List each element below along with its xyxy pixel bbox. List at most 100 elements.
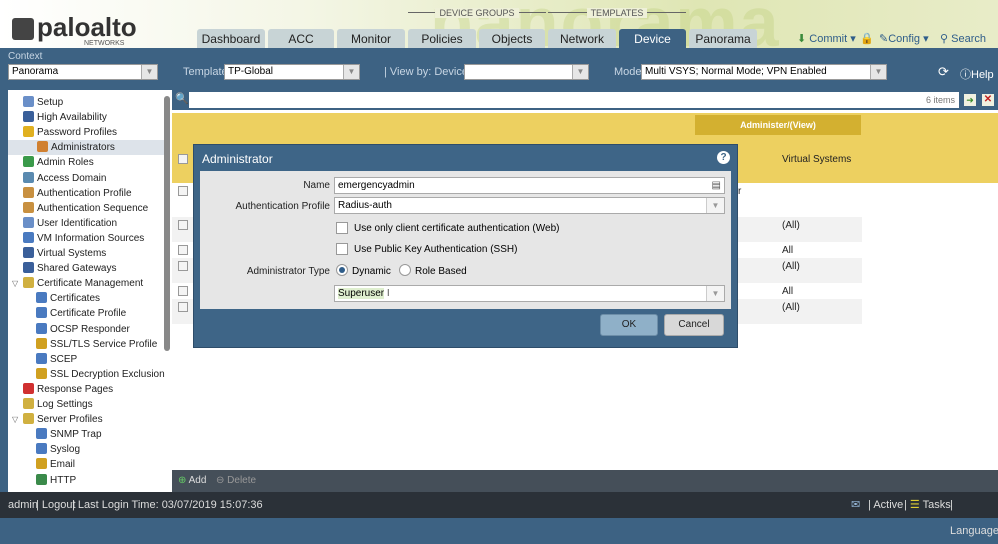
footer: admin | Logout | Last Login Time: 03/07/… xyxy=(0,492,998,537)
lock-icon[interactable]: 🔒 xyxy=(860,32,874,45)
chevron-down-icon: ▼ xyxy=(141,65,157,79)
sidebar-item-icon xyxy=(36,292,47,304)
administrator-dialog: Administrator ? Name emergencyadmin ▤ Aut… xyxy=(193,144,738,348)
dynamic-radio[interactable] xyxy=(336,264,348,276)
sidebar-item-setup[interactable]: Setup xyxy=(23,95,63,110)
select-all-checkbox[interactable] xyxy=(178,154,188,164)
active-link[interactable]: | Active xyxy=(868,492,903,518)
sidebar-item-server-profiles[interactable]: Server Profiles xyxy=(23,412,103,427)
logout-link[interactable]: | Logout xyxy=(36,492,76,518)
sidebar-item-access-domain[interactable]: Access Domain xyxy=(23,171,106,186)
sidebar-item-scep[interactable]: SCEP xyxy=(36,352,77,367)
sidebar-item-password-profiles[interactable]: Password Profiles xyxy=(23,125,117,140)
sidebar-item-icon xyxy=(23,247,34,258)
sidebar-item-label: Password Profiles xyxy=(37,127,118,139)
sidebar-item-icon xyxy=(23,186,34,198)
sidebar-item-vm-information-sources[interactable]: VM Information Sources xyxy=(23,231,144,246)
refresh-icon[interactable]: ⟳ xyxy=(938,64,949,80)
search-icon: 🔍 xyxy=(175,93,189,105)
sidebar-item-snmp-trap[interactable]: SNMP Trap xyxy=(36,427,102,442)
sidebar-item-http[interactable]: HTTP xyxy=(36,473,76,488)
context-bar: Context Panorama ▼ Template TP-Global ▼ | … xyxy=(0,48,998,88)
tab-acc[interactable]: ACC xyxy=(268,29,334,48)
role-based-radio[interactable] xyxy=(399,264,411,276)
language-link[interactable]: | Language xyxy=(950,492,998,544)
row-checkbox[interactable] xyxy=(178,245,188,255)
tab-dashboard[interactable]: Dashboard xyxy=(197,29,265,48)
chevron-down-icon: ▼ xyxy=(706,286,724,301)
sidebar-item-certificate-management[interactable]: Certificate Management xyxy=(23,276,143,291)
tasks-link[interactable]: | ☰ Tasks xyxy=(904,492,951,518)
tasks-icon: ☰ xyxy=(909,499,920,511)
admin-type-label: Administrator Type xyxy=(246,266,330,277)
row-checkbox[interactable] xyxy=(178,186,188,196)
tab-network[interactable]: Network xyxy=(548,29,616,48)
sidebar-item-high-availability[interactable]: High Availability xyxy=(23,110,107,125)
context-select[interactable]: Panorama ▼ xyxy=(8,64,158,80)
expand-icon[interactable]: ▽ xyxy=(12,279,18,288)
config-button[interactable]: ✎Config ▾ xyxy=(879,32,929,45)
row-checkbox[interactable] xyxy=(178,220,188,230)
row-checkbox[interactable] xyxy=(178,302,188,312)
sidebar-item-label: VM Information Sources xyxy=(37,232,145,244)
auth-profile-select[interactable]: Radius-auth ▼ xyxy=(334,197,725,214)
tab-device[interactable]: Device xyxy=(619,29,686,48)
sidebar-item-user-identification[interactable]: User Identification xyxy=(23,216,117,231)
expand-icon[interactable]: ▽ xyxy=(12,415,18,424)
ok-button[interactable]: OK xyxy=(600,314,658,336)
sidebar-item-authentication-sequence[interactable]: Authentication Sequence xyxy=(23,201,148,216)
add-button[interactable]: ⊕ Add xyxy=(178,475,206,486)
search-button[interactable]: ⚲ Search xyxy=(940,32,986,45)
public-key-checkbox[interactable] xyxy=(336,243,348,255)
sidebar-item-authentication-profile[interactable]: Authentication Profile xyxy=(23,186,132,201)
commit-button[interactable]: ⬇ Commit ▾ xyxy=(797,32,856,45)
tab-policies[interactable]: Policies xyxy=(408,29,476,48)
mail-icon[interactable]: ✉ xyxy=(851,492,860,518)
sidebar-item-admin-roles[interactable]: Admin Roles xyxy=(23,155,94,170)
name-label: Name xyxy=(303,180,330,191)
sidebar-item-response-pages[interactable]: Response Pages xyxy=(23,382,113,397)
sidebar-item-icon xyxy=(36,458,47,470)
sidebar-item-certificates[interactable]: Certificates xyxy=(36,291,100,306)
row-checkbox[interactable] xyxy=(178,261,188,271)
sidebar-item-syslog[interactable]: Syslog xyxy=(36,442,80,457)
sidebar-item-icon xyxy=(36,322,47,334)
tab-panorama[interactable]: Panorama xyxy=(689,29,757,48)
filter-input[interactable]: 6 items xyxy=(189,92,959,108)
vsys-cell: All xyxy=(782,286,794,297)
sidebar-item-log-settings[interactable]: Log Settings xyxy=(23,397,93,412)
sidebar-item-certificate-profile[interactable]: Certificate Profile xyxy=(36,306,126,321)
chevron-down-icon: ▼ xyxy=(572,65,588,79)
sidebar-item-ssl-decryption-exclusion[interactable]: SSL Decryption Exclusion xyxy=(36,367,165,382)
client-cert-checkbox[interactable] xyxy=(336,222,348,234)
help-button[interactable]: ⓘHelp xyxy=(960,66,994,82)
tab-monitor[interactable]: Monitor xyxy=(337,29,405,48)
dynamic-label: Dynamic xyxy=(352,266,391,277)
mode-select[interactable]: Multi VSYS; Normal Mode; VPN Enabled ▼ xyxy=(641,64,887,80)
sidebar-item-email[interactable]: Email xyxy=(36,457,75,472)
sidebar-item-label: SSL Decryption Exclusion xyxy=(50,368,165,380)
row-checkbox[interactable] xyxy=(178,286,188,296)
clear-filter-icon[interactable]: ✕ xyxy=(982,94,994,106)
mode-label: Mode xyxy=(614,66,642,78)
sidebar-item-label: Certificates xyxy=(50,293,101,305)
sidebar-item-shared-gateways[interactable]: Shared Gateways xyxy=(23,261,117,276)
sidebar-item-virtual-systems[interactable]: Virtual Systems xyxy=(23,246,106,261)
apply-filter-icon[interactable]: ➜ xyxy=(964,94,976,106)
sidebar-item-icon xyxy=(23,413,34,425)
tab-objects[interactable]: Objects xyxy=(479,29,545,48)
cancel-button[interactable]: Cancel xyxy=(664,314,724,336)
template-select[interactable]: TP-Global ▼ xyxy=(224,64,360,80)
sidebar-item-label: Certificate Management xyxy=(37,278,144,290)
sidebar-item-administrators[interactable]: Administrators xyxy=(8,140,166,156)
viewby-select[interactable]: ▼ xyxy=(464,64,589,80)
sidebar-item-ocsp-responder[interactable]: OCSP Responder xyxy=(36,322,130,337)
sidebar-scrollbar[interactable] xyxy=(164,96,170,351)
delete-button[interactable]: ⊖ Delete xyxy=(216,475,256,486)
role-select[interactable]: Superuser I ▼ xyxy=(334,285,725,302)
name-input[interactable]: emergencyadmin ▤ xyxy=(334,177,725,194)
help-icon[interactable]: ? xyxy=(717,151,730,164)
sidebar-item-icon xyxy=(37,141,48,153)
sidebar-item-label: Setup xyxy=(37,97,64,108)
sidebar-item-ssl-tls-service-profile[interactable]: SSL/TLS Service Profile xyxy=(36,337,157,352)
